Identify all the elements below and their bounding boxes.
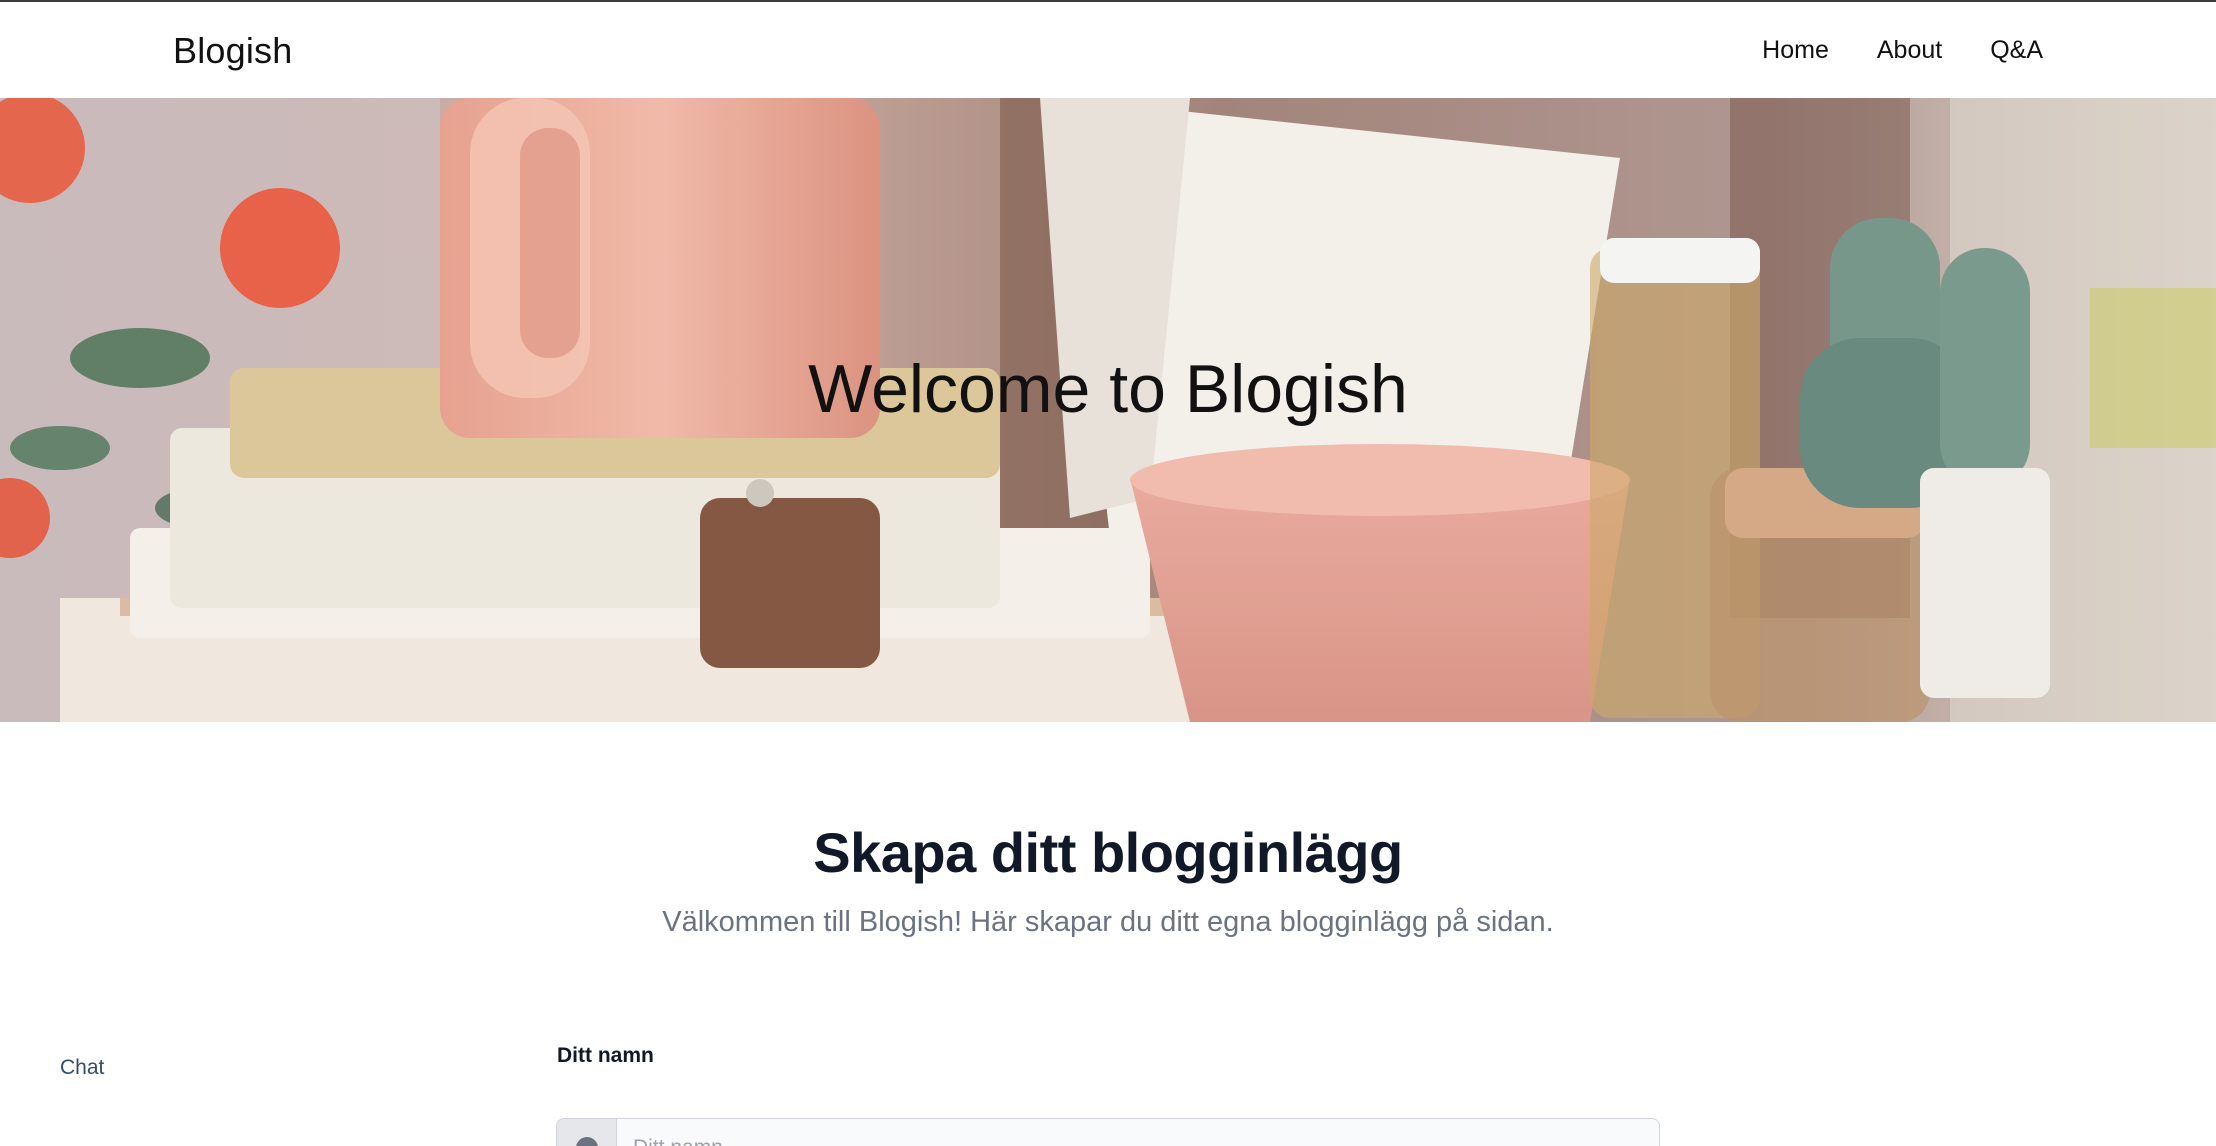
section-title: Skapa ditt blogginlägg [813, 821, 1403, 884]
brand-logo[interactable]: Blogish [173, 30, 292, 72]
user-icon-shape [575, 1137, 598, 1146]
nav-link-home[interactable]: Home [1762, 36, 1829, 65]
name-input-group [556, 1118, 1660, 1146]
name-input[interactable] [617, 1119, 1659, 1146]
nav-links: Home About Q&A [1762, 36, 2043, 65]
hero-banner: Welcome to Blogish [0, 98, 2216, 722]
name-field-label: Ditt namn [557, 1044, 654, 1067]
navbar: Blogish Home About Q&A [0, 2, 2216, 98]
nav-link-about[interactable]: About [1877, 36, 1942, 65]
chat-link[interactable]: Chat [60, 1056, 104, 1080]
user-icon [557, 1119, 617, 1146]
nav-link-qa[interactable]: Q&A [1990, 36, 2043, 65]
section-subtitle: Välkommen till Blogish! Här skapar du di… [662, 906, 1554, 938]
hero-title: Welcome to Blogish [808, 351, 1408, 427]
